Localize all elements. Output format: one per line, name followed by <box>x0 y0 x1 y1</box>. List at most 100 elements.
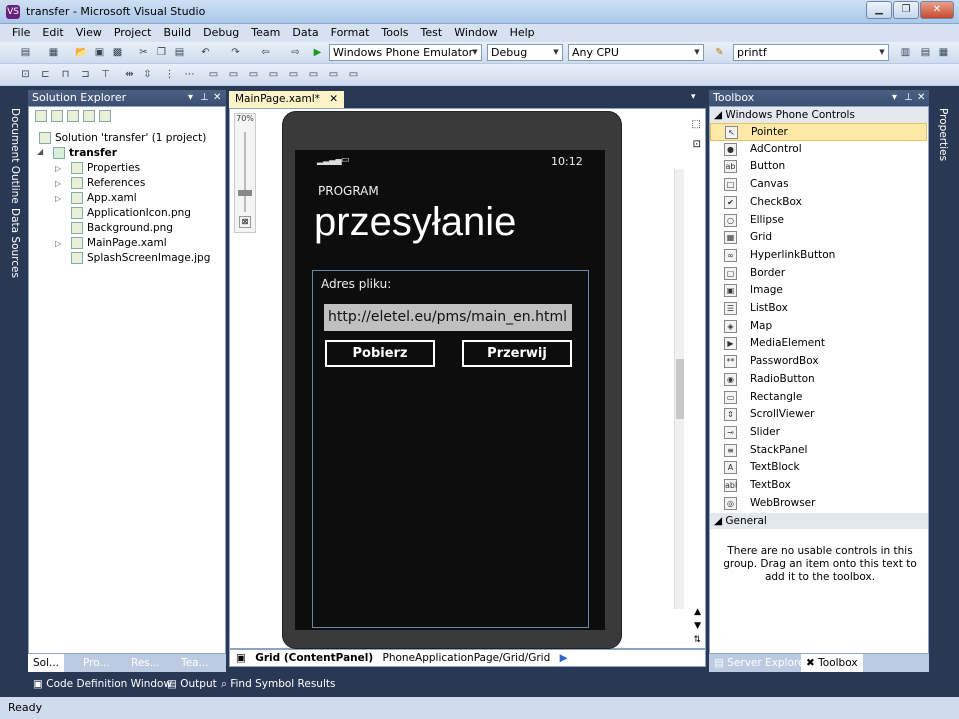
properties-icon[interactable] <box>35 110 47 122</box>
chevron-right-icon[interactable]: ▶ <box>560 652 568 664</box>
solution-node[interactable]: Solution 'transfer' (1 project) <box>39 131 206 146</box>
close-icon[interactable]: ✕ <box>329 93 338 105</box>
view-designer-icon[interactable] <box>99 110 111 122</box>
vertical-spacing-icon[interactable]: ⋯ <box>182 68 197 82</box>
toolbox-item-stackpanel[interactable]: ≡ StackPanel <box>710 442 927 460</box>
toolbox-item-webbrowser[interactable]: ◎ WebBrowser <box>710 495 927 513</box>
close-button[interactable]: ✕ <box>920 1 954 19</box>
toolbox-icon[interactable]: ▦ <box>936 46 951 60</box>
menu-edit[interactable]: Edit <box>36 24 69 41</box>
tab-code-definition[interactable]: ▣ Code Definition Window <box>28 675 177 693</box>
align-left-icon[interactable]: ⊏ <box>38 68 53 82</box>
toolbox-item-passwordbox[interactable]: ** PasswordBox <box>710 353 927 371</box>
project-node[interactable]: transfer <box>53 146 117 161</box>
tree-item-mainpage[interactable]: MainPage.xaml <box>71 236 167 251</box>
configuration-combo[interactable]: Debug ▼ <box>487 44 563 61</box>
tree-item-app-xaml[interactable]: App.xaml <box>71 191 137 206</box>
toolbox-item-button[interactable]: ab Button <box>710 158 927 176</box>
show-all-files-icon[interactable] <box>51 110 63 122</box>
navigate-forward-icon[interactable]: ⇨ <box>288 46 303 60</box>
menu-file[interactable]: File <box>0 24 36 41</box>
cut-icon[interactable]: ✂ <box>136 46 151 60</box>
scroll-down-icon[interactable]: ▼ <box>694 621 701 631</box>
open-file-icon[interactable]: 📂 <box>74 46 89 60</box>
find-in-files-icon[interactable]: ✎ <box>712 46 727 60</box>
toolbox-item-mediaelement[interactable]: ▶ MediaElement <box>710 335 927 353</box>
toolbox-item-slider[interactable]: ⊸ Slider <box>710 424 927 442</box>
menu-team[interactable]: Team <box>245 24 286 41</box>
tab-mainpage-xaml[interactable]: MainPage.xaml* ✕ <box>229 91 345 108</box>
designer-vertical-scrollbar[interactable] <box>674 169 684 609</box>
close-icon[interactable]: ✕ <box>917 90 925 106</box>
send-to-back-icon[interactable]: ▭ <box>226 68 241 82</box>
bring-to-front-icon[interactable]: ▭ <box>206 68 221 82</box>
tree-item-properties[interactable]: Properties <box>71 161 140 176</box>
toolbox-item-map[interactable]: ◈ Map <box>710 318 927 336</box>
expander-icon[interactable]: ◢ <box>37 147 43 156</box>
tab-output[interactable]: ▤ Output <box>162 675 222 693</box>
pan-icon[interactable]: ⬚ <box>692 119 701 130</box>
pin-icon[interactable]: ⊥ <box>200 90 209 106</box>
tab-resource-view[interactable]: Res... <box>126 654 165 672</box>
chevron-down-icon[interactable]: ▾ <box>691 92 696 102</box>
menu-debug[interactable]: Debug <box>197 24 245 41</box>
split-view-icon[interactable]: ⊡ <box>693 139 701 150</box>
menu-help[interactable]: Help <box>504 24 541 41</box>
add-item-icon[interactable]: ▦ <box>46 46 61 60</box>
toolbox-item-border[interactable]: ▢ Border <box>710 265 927 283</box>
menu-data[interactable]: Data <box>286 24 324 41</box>
toolbox-item-textbox[interactable]: abl TextBox <box>710 477 927 495</box>
tab-property-manager[interactable]: Pro... <box>78 654 115 672</box>
make-same-height-icon[interactable]: ⇳ <box>140 68 155 82</box>
comment-icon[interactable]: ▭ <box>246 68 261 82</box>
start-debugging-icon[interactable]: ▶ <box>310 46 325 60</box>
platform-combo[interactable]: Any CPU ▼ <box>568 44 704 61</box>
toolbox-item-adcontrol[interactable]: ● AdControl <box>710 141 927 159</box>
tree-item-splashscreen[interactable]: SplashScreenImage.jpg <box>71 251 210 266</box>
solution-explorer-icon[interactable]: ▥ <box>898 46 913 60</box>
menu-format[interactable]: Format <box>325 24 376 41</box>
chevron-down-icon[interactable]: ▾ <box>188 90 193 106</box>
find-combo[interactable]: printf ▼ <box>733 44 889 61</box>
toolbox-item-hyperlinkbutton[interactable]: ∞ HyperlinkButton <box>710 247 927 265</box>
tab-team-explorer[interactable]: Tea... <box>176 654 214 672</box>
scrollbar-thumb[interactable] <box>676 359 684 419</box>
toolbox-group-header[interactable]: ◢ Windows Phone Controls <box>710 107 928 123</box>
toolbox-item-textblock[interactable]: A TextBlock <box>710 459 927 477</box>
target-device-combo[interactable]: Windows Phone Emulator ▼ <box>329 44 482 61</box>
general-group-header[interactable]: ◢ General <box>710 513 928 529</box>
minimize-button[interactable]: ▁ <box>866 1 892 19</box>
new-project-icon[interactable]: ▤ <box>18 46 33 60</box>
bookmark-icon[interactable]: ▭ <box>286 68 301 82</box>
toolbox-item-canvas[interactable]: □ Canvas <box>710 176 927 194</box>
expander-icon[interactable]: ▷ <box>55 194 61 203</box>
close-icon[interactable]: ✕ <box>213 90 221 106</box>
document-outline-tab[interactable]: Document Outline <box>9 108 21 204</box>
align-icon[interactable]: ⊡ <box>18 68 33 82</box>
properties-tab[interactable]: Properties <box>937 108 949 161</box>
url-textbox[interactable]: http://eletel.eu/pms/main_en.html <box>324 304 572 331</box>
toolbox-item-scrollviewer[interactable]: ⇕ ScrollViewer <box>710 406 927 424</box>
breadcrumb-path[interactable]: PhoneApplicationPage/Grid/Grid <box>383 652 551 664</box>
chevron-down-icon[interactable]: ▾ <box>892 90 897 106</box>
make-same-width-icon[interactable]: ⇹ <box>122 68 137 82</box>
toolbox-item-radiobutton[interactable]: ◉ RadioButton <box>710 371 927 389</box>
data-sources-tab[interactable]: Data Sources <box>9 208 21 278</box>
tab-toolbox[interactable]: ✖ Toolbox <box>801 654 863 672</box>
menu-tools[interactable]: Tools <box>375 24 414 41</box>
expander-icon[interactable]: ▷ <box>55 179 61 188</box>
next-bookmark-icon[interactable]: ▭ <box>306 68 321 82</box>
fit-to-screen-icon[interactable]: ⊠ <box>239 216 251 228</box>
navigate-icon[interactable]: ⇦ <box>258 46 273 60</box>
undo-icon[interactable]: ↶ <box>198 46 213 60</box>
menu-build[interactable]: Build <box>157 24 197 41</box>
toolbox-item-listbox[interactable]: ☰ ListBox <box>710 300 927 318</box>
toolbox-item-grid[interactable]: ▦ Grid <box>710 229 927 247</box>
redo-icon[interactable]: ↷ <box>228 46 243 60</box>
tree-item-background[interactable]: Background.png <box>71 221 173 236</box>
tab-solution-explorer[interactable]: Sol... <box>28 654 65 672</box>
align-center-icon[interactable]: ⊓ <box>58 68 73 82</box>
tab-server-explorer[interactable]: ▤ Server Explorer <box>709 654 814 672</box>
abort-button[interactable]: Przerwij <box>462 340 572 367</box>
menu-view[interactable]: View <box>70 24 108 41</box>
